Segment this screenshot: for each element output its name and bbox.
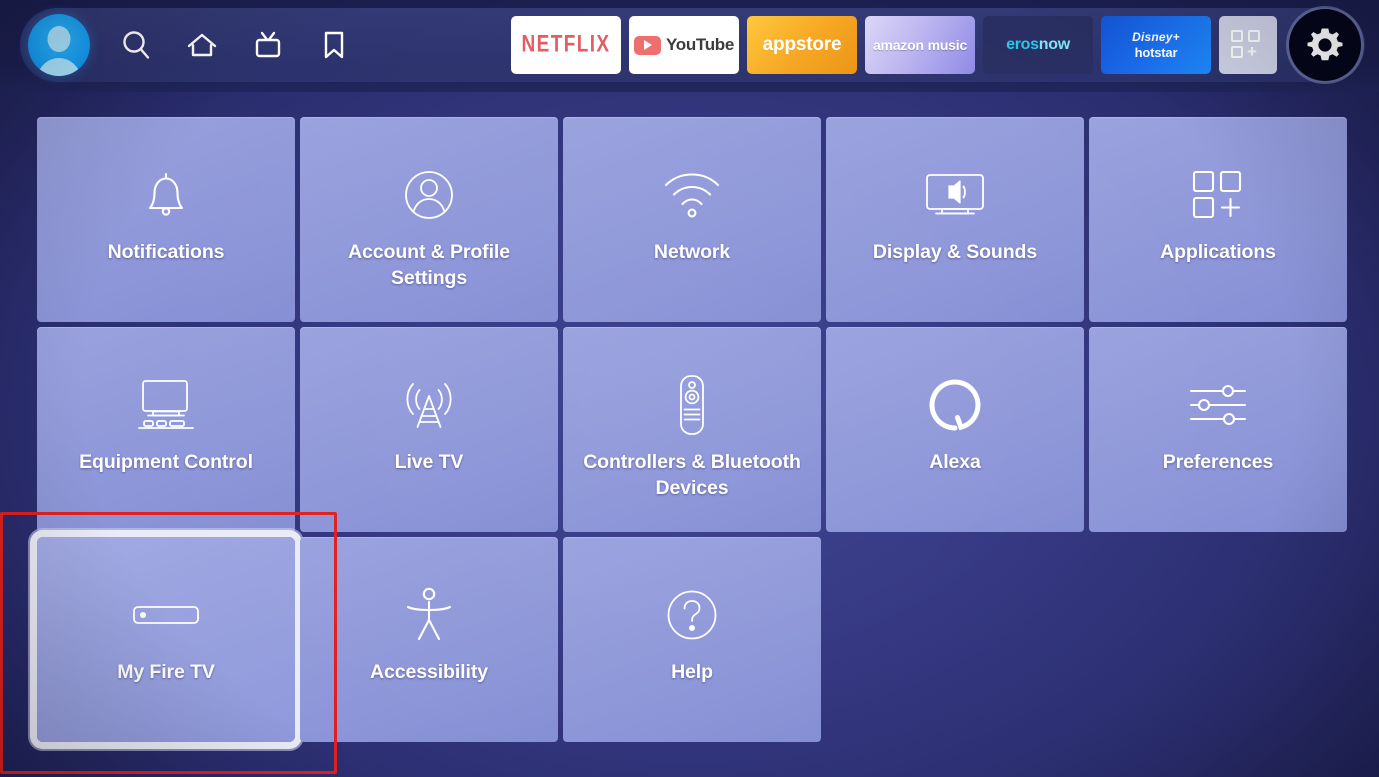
avatar-head <box>47 25 71 52</box>
question-circle-icon <box>663 584 721 646</box>
erosnow-logo-text-a: eros <box>1006 36 1039 53</box>
live-tv-icon[interactable] <box>248 25 288 65</box>
apps-grid-icon <box>1190 164 1246 226</box>
settings-tile-equipment-control[interactable]: Equipment Control <box>37 327 295 532</box>
settings-tile-accessibility[interactable]: Accessibility <box>300 537 558 742</box>
sliders-icon <box>1187 374 1249 436</box>
settings-grid: Notifications Account & Profile Settings <box>37 117 1347 747</box>
hotstar-logo-text-a: Disney+ <box>1132 30 1180 44</box>
nav-icon-group <box>28 8 354 82</box>
remote-control-icon <box>675 374 709 436</box>
app-tile-erosnow[interactable]: erosnow <box>983 16 1093 74</box>
settings-tile-my-fire-tv[interactable]: My Fire TV <box>37 537 295 742</box>
hotstar-logo-text-b: hotstar <box>1134 45 1178 60</box>
youtube-play-icon <box>633 35 661 55</box>
person-circle-icon <box>400 164 458 226</box>
fire-tv-stick-icon <box>131 584 201 646</box>
settings-tile-network[interactable]: Network <box>563 117 821 322</box>
app-tile-appstore[interactable]: appstore <box>747 16 857 74</box>
tile-label: Help <box>671 661 713 683</box>
alexa-ring-icon <box>927 374 983 436</box>
all-apps-button[interactable]: + <box>1219 16 1277 74</box>
netflix-logo-text: NETFLIX <box>521 31 611 58</box>
settings-tile-notifications[interactable]: Notifications <box>37 117 295 322</box>
app-tile-netflix[interactable]: NETFLIX <box>511 16 621 74</box>
settings-tile-preferences[interactable]: Preferences <box>1089 327 1347 532</box>
settings-tile-live-tv[interactable]: Live TV <box>300 327 558 532</box>
tile-label: Account & Profile Settings <box>348 241 510 289</box>
tile-label: Applications <box>1160 241 1276 263</box>
tile-label: Live TV <box>394 451 464 473</box>
tile-label: Preferences <box>1162 451 1274 473</box>
app-tile-disney-hotstar[interactable]: Disney+ hotstar <box>1101 16 1211 74</box>
tile-label: Notifications <box>107 241 225 263</box>
app-tile-youtube[interactable]: YouTube <box>629 16 739 74</box>
settings-tile-display-and-sounds[interactable]: Display & Sounds <box>826 117 1084 322</box>
fire-tv-settings-screen: NETFLIX YouTube appstore amazon music er… <box>0 0 1379 777</box>
monitor-keyboard-icon <box>135 374 197 436</box>
settings-tile-alexa[interactable]: Alexa <box>826 327 1084 532</box>
bookmark-icon[interactable] <box>314 25 354 65</box>
settings-gear-button[interactable] <box>1289 9 1361 81</box>
tile-label: Accessibility <box>370 661 488 683</box>
tile-label: Equipment Control <box>79 451 253 473</box>
settings-tile-help[interactable]: Help <box>563 537 821 742</box>
app-tile-amazon-music[interactable]: amazon music <box>865 16 975 74</box>
tv-sound-icon <box>922 164 988 226</box>
appstore-logo-text: appstore <box>762 34 842 55</box>
amazon-music-logo-text: amazon music <box>872 37 968 53</box>
settings-tile-applications[interactable]: Applications <box>1089 117 1347 322</box>
erosnow-logo-text-b: now <box>1038 36 1070 53</box>
home-icon[interactable] <box>182 25 222 65</box>
bell-icon <box>136 164 196 226</box>
settings-row-2: Equipment Control Live TV Controllers & … <box>37 327 1347 532</box>
app-shortcut-row: NETFLIX YouTube appstore amazon music er… <box>511 9 1361 81</box>
accessibility-icon <box>404 584 454 646</box>
settings-tile-account-profile-settings[interactable]: Account & Profile Settings <box>300 117 558 322</box>
antenna-icon <box>400 374 458 436</box>
tile-label: My Fire TV <box>117 661 215 683</box>
tile-label: Display & Sounds <box>872 241 1038 263</box>
settings-row-3: My Fire TV Accessibility Help <box>37 537 1338 742</box>
gear-icon <box>1307 28 1343 61</box>
tile-label: Controllers & Bluetooth Devices <box>583 451 801 499</box>
apps-grid-plus-icon: + <box>1231 30 1265 60</box>
settings-tile-controllers-bluetooth-devices[interactable]: Controllers & Bluetooth Devices <box>563 327 821 532</box>
search-icon[interactable] <box>116 25 156 65</box>
top-navigation-bar: NETFLIX YouTube appstore amazon music er… <box>0 0 1379 92</box>
youtube-logo-text: YouTube <box>665 35 735 54</box>
avatar-body <box>36 58 82 76</box>
tile-label: Network <box>653 241 731 263</box>
profile-avatar[interactable] <box>28 14 90 76</box>
tile-label: Alexa <box>929 451 981 473</box>
settings-row-1: Notifications Account & Profile Settings <box>37 117 1347 322</box>
wifi-icon <box>660 164 724 226</box>
